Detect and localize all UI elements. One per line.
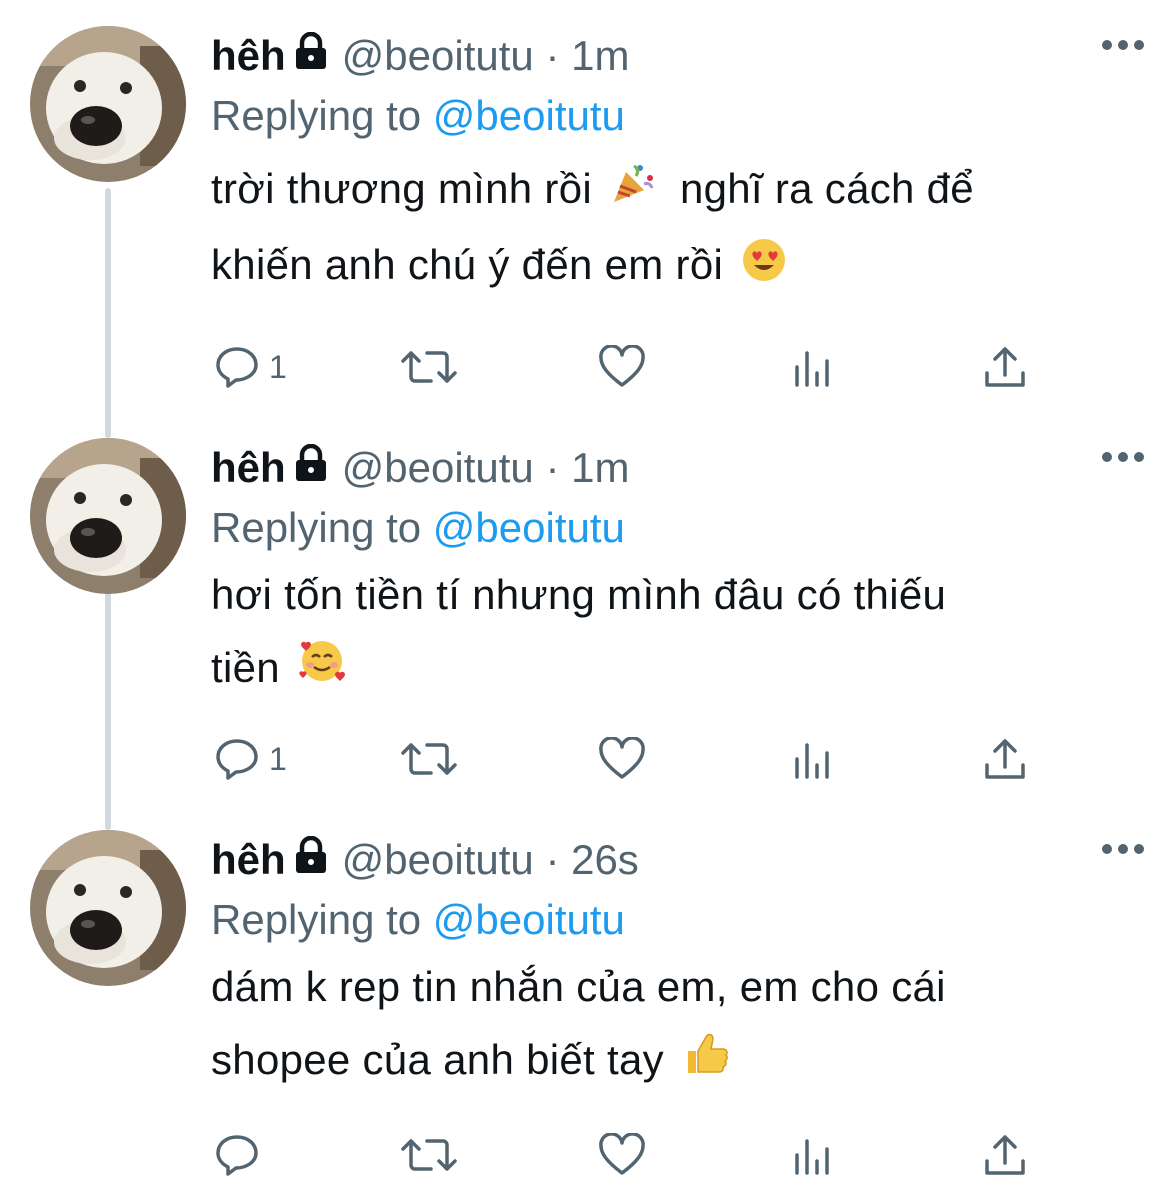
tweet-text-line: trời thương mình rồi: [211, 165, 592, 212]
analytics-button[interactable]: [793, 1130, 833, 1180]
replying-to: Replying to @beoitutu: [211, 890, 1130, 950]
replying-to: Replying to @beoitutu: [211, 86, 1130, 146]
tweet[interactable]: hêh @beoitutu · 1m Replying to @beoitutu…: [0, 26, 1170, 416]
retweet-button[interactable]: [401, 342, 457, 392]
tweet-text-line: khiến anh chú ý đến em rồi: [211, 241, 724, 289]
display-name[interactable]: hêh: [211, 836, 286, 884]
display-name[interactable]: hêh: [211, 32, 286, 80]
tweet-text-line: shopee của anh biết tay: [211, 1036, 664, 1083]
smiling-face-with-hearts-icon: [298, 634, 346, 707]
replying-prefix: Replying to: [211, 92, 422, 139]
party-popper-icon: [610, 155, 656, 228]
tweet-text: dám k rep tin nhắn của em, em cho cái sh…: [211, 950, 1130, 1099]
lock-icon: [294, 443, 328, 492]
tweet[interactable]: hêh @beoitutu · 1m Replying to @beoitutu…: [0, 438, 1170, 808]
analytics-button[interactable]: [793, 342, 833, 392]
avatar[interactable]: [30, 26, 186, 182]
like-button[interactable]: [598, 734, 646, 784]
retweet-button[interactable]: [401, 1130, 457, 1180]
analytics-button[interactable]: [793, 734, 833, 784]
reply-button[interactable]: 1: [215, 342, 287, 392]
replying-prefix: Replying to: [211, 896, 422, 943]
tweet-text: trời thương mình rồi nghĩ ra cách để khi…: [211, 152, 1130, 305]
more-options-icon[interactable]: [1102, 452, 1144, 462]
tweet-text-line: hơi tốn tiền tí nhưng mình đâu có thiếu: [211, 571, 947, 618]
tweet-text-line: dám k rep tin nhắn của em, em cho cái: [211, 963, 946, 1010]
replying-mention[interactable]: @beoitutu: [433, 92, 625, 139]
more-options-icon[interactable]: [1102, 844, 1144, 854]
tweet-text-line: nghĩ ra cách để: [679, 165, 974, 212]
retweet-button[interactable]: [401, 734, 457, 784]
lock-icon: [294, 31, 328, 80]
share-button[interactable]: [983, 1130, 1027, 1180]
handle-time[interactable]: @beoitutu · 1m: [342, 444, 630, 492]
reply-button[interactable]: 1: [215, 734, 287, 784]
tweet-text-line: tiền: [211, 644, 280, 691]
like-button[interactable]: [598, 1130, 646, 1180]
more-options-icon[interactable]: [1102, 40, 1144, 50]
replying-prefix: Replying to: [211, 504, 422, 551]
handle-time[interactable]: @beoitutu · 1m: [342, 32, 630, 80]
replying-mention[interactable]: @beoitutu: [433, 896, 625, 943]
thumbs-up-icon: [682, 1026, 730, 1099]
heart-eyes-icon: [741, 232, 787, 305]
replying-to: Replying to @beoitutu: [211, 498, 1130, 558]
share-button[interactable]: [983, 342, 1027, 392]
reply-button[interactable]: [215, 1130, 269, 1180]
avatar[interactable]: [30, 830, 186, 986]
reply-count: 1: [269, 348, 287, 385]
handle-time[interactable]: @beoitutu · 26s: [342, 836, 639, 884]
avatar[interactable]: [30, 438, 186, 594]
share-button[interactable]: [983, 734, 1027, 784]
replying-mention[interactable]: @beoitutu: [433, 504, 625, 551]
tweet[interactable]: hêh @beoitutu · 26s Replying to @beoitut…: [0, 830, 1170, 1195]
reply-count: 1: [269, 740, 287, 777]
like-button[interactable]: [598, 342, 646, 392]
display-name[interactable]: hêh: [211, 444, 286, 492]
lock-icon: [294, 835, 328, 884]
tweet-text: hơi tốn tiền tí nhưng mình đâu có thiếu …: [211, 558, 1130, 707]
